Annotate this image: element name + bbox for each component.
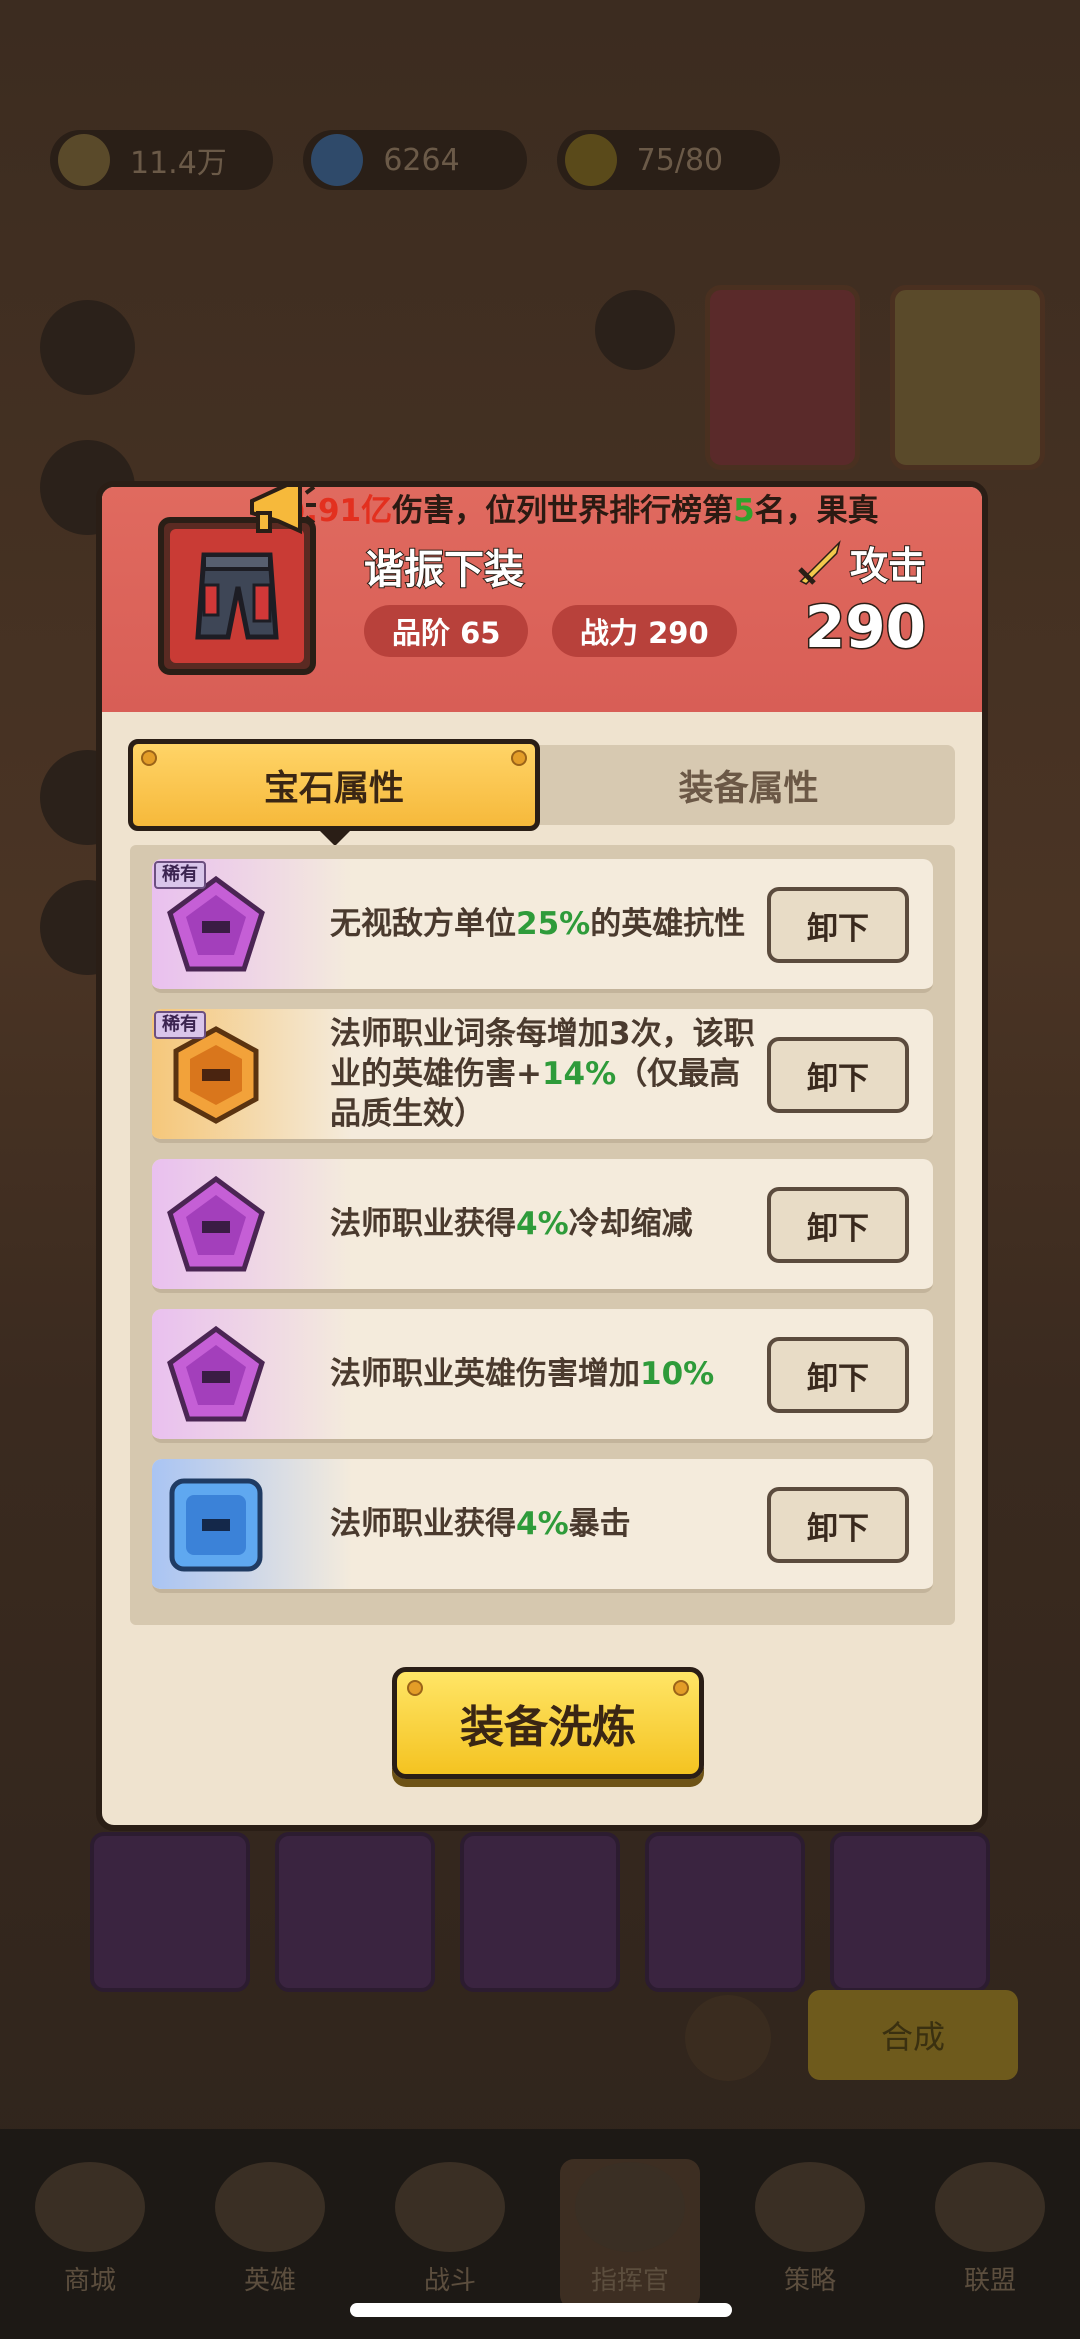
gem-row: 稀有 无视敌方单位25%的英雄抗性 卸下: [152, 859, 933, 993]
inventory-slot[interactable]: [830, 1832, 990, 1992]
gem-list: 稀有 无视敌方单位25%的英雄抗性 卸下 稀有 法师职业词条每增加3次，该职业的…: [130, 845, 955, 1625]
tab-equipment-attributes[interactable]: 装备属性: [542, 745, 955, 825]
equipment-detail-modal: ).91亿伤害，位列世界排行榜第5名，果真 谐振下装 攻击 品阶 65 战力 2…: [96, 481, 988, 1831]
diamond-icon: [311, 134, 364, 186]
gem-row: 稀有 法师职业词条每增加3次，该职业的英雄伤害+14%（仅最高品质生效） 卸下: [152, 1009, 933, 1143]
item-icon-frame: [158, 517, 316, 675]
battle-icon: [395, 2162, 505, 2252]
hero-card[interactable]: [890, 285, 1045, 470]
gem-description: 法师职业获得4%冷却缩减: [330, 1206, 693, 1242]
strategy-icon: [755, 2162, 865, 2252]
gem-description: 法师职业英雄伤害增加10%: [330, 1356, 715, 1392]
nav-battle[interactable]: 战斗: [380, 2159, 520, 2309]
tab-gem-attributes[interactable]: 宝石属性: [128, 739, 540, 846]
blue-gem-icon: [169, 1478, 263, 1572]
megaphone-icon: [250, 487, 316, 535]
nav-heroes[interactable]: 英雄: [200, 2159, 340, 2309]
filter-icon[interactable]: [685, 1995, 771, 2081]
broadcast-marquee: ).91亿伤害，位列世界排行榜第5名，果真: [292, 493, 879, 529]
power-pill: 战力 290: [552, 605, 737, 657]
merge-button[interactable]: 合成: [808, 1990, 1018, 2080]
gem-row: 法师职业获得4%冷却缩减 卸下: [152, 1159, 933, 1293]
gem-description: 无视敌方单位25%的英雄抗性: [330, 906, 746, 942]
unequip-button[interactable]: 卸下: [767, 1037, 909, 1113]
shop-icon: [35, 2162, 145, 2252]
equipment-refine-button[interactable]: 装备洗炼: [392, 1667, 704, 1779]
item-name: 谐振下装: [363, 546, 525, 594]
gold-icon: [58, 134, 110, 186]
gem-description: 法师职业词条每增加3次，该职业的英雄伤害+14%（仅最高品质生效）: [330, 1016, 755, 1132]
gem-row: 法师职业英雄伤害增加10% 卸下: [152, 1309, 933, 1443]
gem-description: 法师职业获得4%暴击: [330, 1506, 631, 1542]
unequip-button[interactable]: 卸下: [767, 1337, 909, 1413]
nav-strategy[interactable]: 策略: [740, 2159, 880, 2309]
nav-shop[interactable]: 商城: [20, 2159, 160, 2309]
weapon-slot-button[interactable]: [40, 300, 135, 395]
grade-pill: 品阶 65: [364, 605, 529, 657]
rare-badge: 稀有: [154, 1011, 206, 1039]
unequip-button[interactable]: 卸下: [767, 887, 909, 963]
inventory-slot[interactable]: [645, 1832, 805, 1992]
purple-gem-icon: [167, 1325, 265, 1422]
unequip-button[interactable]: 卸下: [767, 1487, 909, 1563]
power-value: 290: [803, 592, 927, 663]
nav-alliance[interactable]: 联盟: [920, 2159, 1060, 2309]
home-indicator[interactable]: [350, 2303, 732, 2317]
purple-gem-icon: [167, 1175, 265, 1272]
modal-header: ).91亿伤害，位列世界排行榜第5名，果真 谐振下装 攻击 品阶 65 战力 2…: [102, 487, 982, 712]
diamond-counter: 6264: [303, 130, 527, 190]
unequip-button[interactable]: 卸下: [767, 1187, 909, 1263]
item-type-tag: 攻击: [796, 535, 927, 590]
inventory-slot[interactable]: [275, 1832, 435, 1992]
gold-counter: 11.4万: [50, 130, 274, 190]
sword-icon: [798, 539, 841, 585]
inventory-slot[interactable]: [460, 1832, 620, 1992]
alliance-icon: [935, 2162, 1045, 2252]
inventory-slot[interactable]: [90, 1832, 250, 1992]
resource-bar: 11.4万 6264 75/80: [50, 130, 780, 190]
hero-card[interactable]: [705, 285, 860, 470]
gem-slot-button[interactable]: [595, 290, 675, 370]
gem-row: 法师职业获得4%暴击 卸下: [152, 1459, 933, 1593]
nav-commander[interactable]: 指挥官: [560, 2159, 700, 2309]
attribute-tabs: 宝石属性 装备属性: [128, 739, 955, 846]
heroes-icon: [215, 2162, 325, 2252]
pants-icon: [195, 552, 279, 640]
energy-counter: 75/80: [556, 130, 780, 190]
commander-icon: [575, 2162, 685, 2252]
lightning-icon: [564, 134, 617, 186]
rare-badge: 稀有: [154, 861, 206, 889]
